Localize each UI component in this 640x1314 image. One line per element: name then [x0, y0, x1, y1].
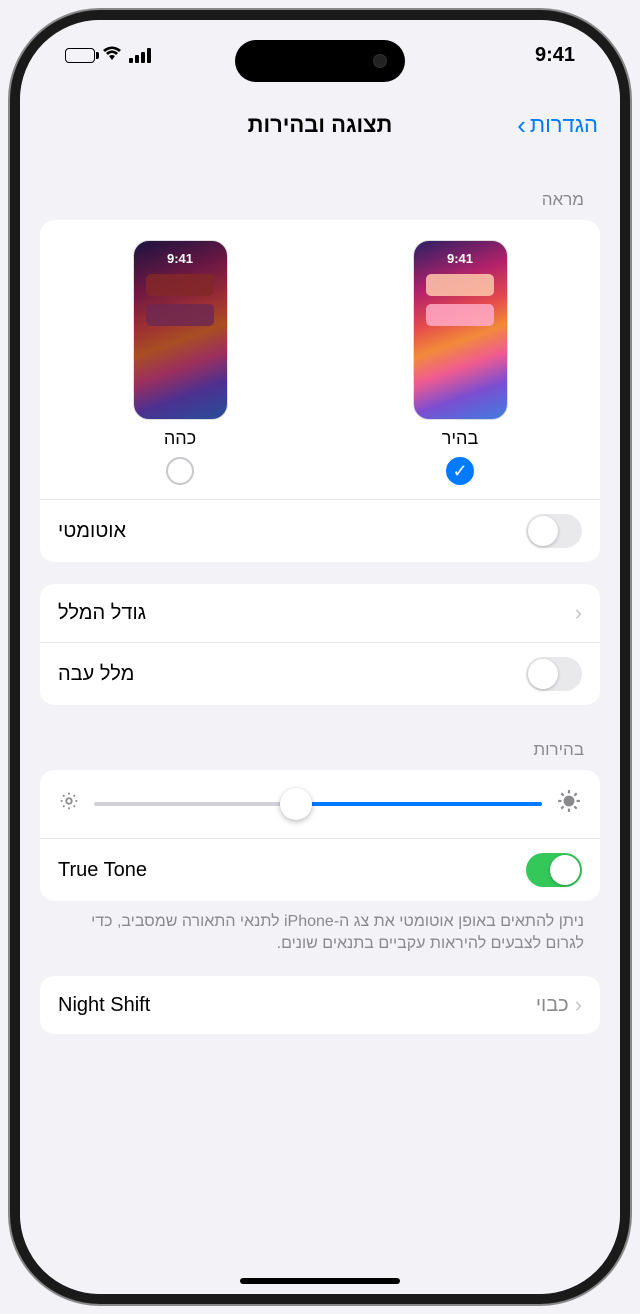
text-size-label: גודל המלל	[58, 602, 146, 625]
back-button[interactable]: הגדרות ›	[517, 110, 598, 141]
status-time: 9:41	[535, 44, 575, 67]
sun-min-icon	[58, 790, 80, 818]
back-label: הגדרות	[530, 112, 598, 138]
section-header-appearance: מראה	[40, 155, 600, 220]
dynamic-island	[235, 40, 405, 82]
bold-text-row: מלל עבה	[40, 642, 600, 705]
bold-text-switch[interactable]	[526, 657, 582, 691]
light-label: בהיר	[442, 428, 478, 449]
dark-radio[interactable]	[166, 457, 194, 485]
chevron-left-icon: ‹	[575, 992, 582, 1018]
home-indicator[interactable]	[240, 1278, 400, 1284]
appearance-card: 9:41 בהיר ✓ 9:41 כהה	[40, 220, 600, 562]
text-size-row[interactable]: ‹ גודל המלל	[40, 584, 600, 642]
true-tone-footer: ניתן להתאים באופן אוטומטי את צג ה‑iPhone…	[40, 901, 600, 954]
screen: 9:41 תצוגה ובהירות הגדרות › מראה 9:41	[20, 20, 620, 1294]
night-shift-label: Night Shift	[58, 994, 150, 1017]
wifi-icon	[102, 45, 122, 66]
light-preview: 9:41	[413, 240, 508, 420]
text-card: ‹ גודל המלל מלל עבה	[40, 584, 600, 705]
automatic-switch[interactable]	[526, 514, 582, 548]
true-tone-switch[interactable]	[526, 853, 582, 887]
true-tone-label: True Tone	[58, 859, 147, 882]
brightness-slider-row	[40, 770, 600, 838]
bold-text-label: מלל עבה	[58, 663, 134, 686]
section-header-brightness: בהירות	[40, 705, 600, 770]
nav-header: תצוגה ובהירות הגדרות ›	[20, 95, 620, 155]
iphone-device-frame: 9:41 תצוגה ובהירות הגדרות › מראה 9:41	[10, 10, 630, 1304]
sun-max-icon	[556, 788, 582, 820]
night-shift-card: ‹ כבוי Night Shift	[40, 976, 600, 1034]
brightness-slider[interactable]	[94, 789, 542, 819]
night-shift-row[interactable]: ‹ כבוי Night Shift	[40, 976, 600, 1034]
battery-icon	[65, 48, 95, 63]
dark-preview: 9:41	[133, 240, 228, 420]
true-tone-row: True Tone	[40, 838, 600, 901]
light-radio[interactable]: ✓	[446, 457, 474, 485]
automatic-label: אוטומטי	[58, 520, 126, 543]
brightness-card: True Tone	[40, 770, 600, 901]
page-title: תצוגה ובהירות	[248, 112, 393, 138]
dark-label: כהה	[164, 428, 196, 449]
cellular-icon	[129, 48, 151, 63]
chevron-right-icon: ›	[517, 110, 526, 141]
appearance-option-light[interactable]: 9:41 בהיר ✓	[413, 240, 508, 485]
night-shift-value: כבוי	[536, 994, 569, 1017]
appearance-option-dark[interactable]: 9:41 כהה	[133, 240, 228, 485]
chevron-left-icon: ‹	[575, 600, 582, 626]
automatic-row: אוטומטי	[40, 499, 600, 562]
